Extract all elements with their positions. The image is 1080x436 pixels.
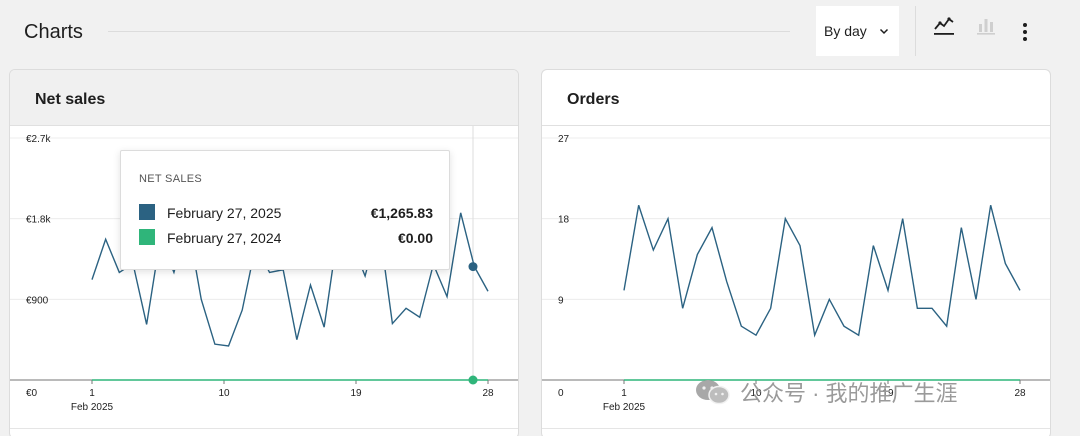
watermark: 公众号 · 我的推广生涯: [694, 374, 1054, 410]
tooltip-row-label: February 27, 2024: [167, 230, 282, 246]
interval-select-value: By day: [824, 23, 867, 39]
hover-dot-current: [468, 262, 478, 272]
y-tick-label: €900: [26, 295, 49, 306]
net-sales-tooltip: NET SALES February 27, 2025 €1,265.83 Fe…: [120, 150, 450, 270]
tooltip-row-value: €1,265.83: [370, 205, 433, 221]
title-divider: [108, 31, 790, 32]
card-divider: [10, 428, 518, 429]
y-tick-label: 0: [558, 388, 564, 399]
more-options-button[interactable]: [1009, 16, 1041, 48]
series-line: [623, 205, 1021, 338]
x-tick-label: 10: [218, 388, 230, 399]
x-sub-label: Feb 2025: [603, 402, 646, 413]
page-title: Charts: [24, 21, 83, 43]
tooltip-row-value: €0.00: [397, 230, 433, 246]
legend-swatch: [139, 204, 155, 220]
net-sales-card: Net sales €0 €900 €1.8k €2.7k 1 10 19 28 Feb 202…: [9, 69, 519, 436]
tooltip-title: NET SALES: [139, 173, 203, 185]
vertical-ellipsis-icon: [1023, 23, 1027, 41]
tooltip-row: February 27, 2024 €0.00: [139, 228, 433, 248]
tooltip-row-label: February 27, 2025: [167, 205, 282, 221]
chevron-down-icon: [879, 28, 889, 35]
x-tick-label: 1: [89, 388, 95, 399]
hover-dot-previous: [468, 375, 478, 385]
y-tick-label: 18: [558, 215, 570, 226]
x-sub-label: Feb 2025: [71, 402, 114, 413]
line-chart-icon: [934, 17, 954, 35]
card-divider: [542, 428, 1050, 429]
bar-chart-icon: [977, 19, 995, 35]
wechat-icon: [696, 380, 730, 405]
interval-select[interactable]: By day: [816, 6, 899, 56]
x-tick-label: 28: [482, 388, 494, 399]
charts-header: Charts By day: [0, 0, 1080, 62]
tooltip-row: February 27, 2025 €1,265.83: [139, 203, 433, 223]
line-chart-button[interactable]: [928, 10, 960, 42]
bar-chart-button[interactable]: [970, 10, 1002, 42]
y-tick-label: €1.8k: [26, 215, 51, 226]
x-tick-label: 19: [350, 388, 362, 399]
y-tick-label: 9: [558, 295, 564, 306]
y-tick-label: 27: [558, 134, 570, 145]
y-tick-label: €0: [26, 388, 38, 399]
legend-swatch: [139, 229, 155, 245]
header-separator: [915, 6, 916, 56]
x-tick-label: 1: [621, 388, 627, 399]
y-tick-label: €2.7k: [26, 134, 51, 145]
watermark-text: 公众号 · 我的推广生涯: [740, 381, 958, 406]
